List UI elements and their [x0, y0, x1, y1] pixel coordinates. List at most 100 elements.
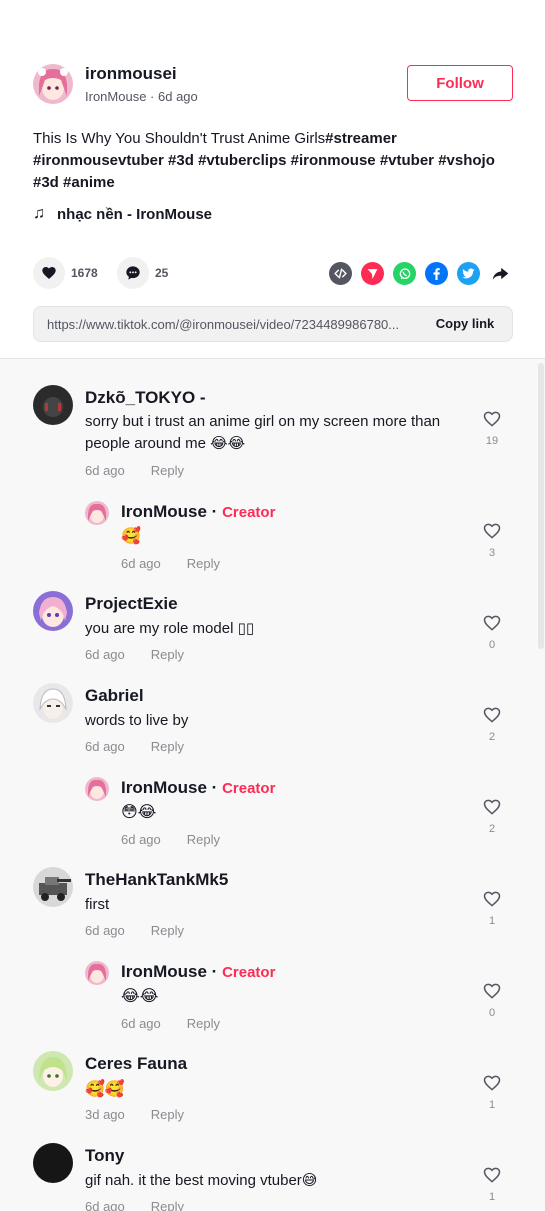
comment-time: 6d ago	[121, 556, 161, 571]
reply-button[interactable]: Reply	[187, 1016, 220, 1031]
comment-meta: 6d ago Reply	[121, 1016, 220, 1031]
heart-outline-icon[interactable]	[482, 705, 502, 725]
action-bar: 1678 25	[33, 257, 513, 289]
reply-item: IronMouse · Creator 😳😂 6d ago Reply 2	[0, 777, 535, 853]
comment-like-count: 1	[488, 915, 496, 927]
separator-dot: ·	[206, 778, 223, 797]
comment-time: 6d ago	[121, 832, 161, 847]
comment-avatar[interactable]	[85, 777, 109, 801]
comment-username[interactable]: ProjectExie	[85, 594, 178, 614]
comment-username[interactable]: IronMouse · Creator	[121, 778, 275, 798]
comment-avatar[interactable]	[33, 591, 73, 631]
comment-text: 🥰🥰	[85, 1079, 125, 1098]
heart-outline-icon[interactable]	[482, 409, 502, 429]
separator-dot: ·	[150, 89, 158, 104]
comment-text: 🥰	[121, 526, 141, 545]
comment-avatar[interactable]	[85, 961, 109, 985]
author-username[interactable]: ironmousei	[85, 64, 177, 84]
hashtag-link[interactable]: #ironmouse	[291, 152, 376, 169]
share-arrow-icon[interactable]	[489, 262, 512, 285]
comment-meta: 6d ago Reply	[85, 647, 184, 662]
comment-username[interactable]: Gabriel	[85, 686, 144, 706]
author-avatar[interactable]	[33, 64, 73, 104]
comment-avatar[interactable]	[33, 385, 73, 425]
video-link-url[interactable]: https://www.tiktok.com/@ironmousei/video…	[47, 317, 419, 332]
post-caption: This Is Why You Shouldn't Trust Anime Gi…	[33, 128, 513, 194]
comment-avatar[interactable]	[33, 1143, 73, 1183]
send-to-friends-icon[interactable]	[361, 262, 384, 285]
reply-username[interactable]: IronMouse	[121, 778, 207, 797]
copy-link-box: https://www.tiktok.com/@ironmousei/video…	[33, 306, 513, 342]
reply-item: IronMouse · Creator 😂😂 6d ago Reply 0	[0, 961, 535, 1037]
music-link[interactable]: ♫ nhạc nền - IronMouse	[33, 205, 212, 223]
hashtag-link[interactable]: #ironmousevtuber	[33, 152, 164, 169]
heart-outline-icon[interactable]	[482, 521, 502, 541]
like-count: 1678	[71, 266, 98, 280]
hashtag-link[interactable]: #3d	[168, 152, 194, 169]
comment-text: 😳😂	[121, 802, 157, 821]
heart-outline-icon[interactable]	[482, 1165, 502, 1185]
hashtag-link[interactable]: #vshojo	[438, 152, 495, 169]
comment-meta: 6d ago Reply	[85, 1199, 184, 1211]
creator-badge: Creator	[222, 964, 276, 981]
heart-outline-icon[interactable]	[482, 981, 502, 1001]
comment-avatar[interactable]	[33, 867, 73, 907]
reply-button[interactable]: Reply	[151, 647, 184, 662]
author-display-name[interactable]: IronMouse	[85, 89, 146, 104]
comment-list[interactable]: Dzkõ_TOKYO - sorry but i trust an anime …	[0, 358, 545, 1211]
comment-scrollbar[interactable]	[537, 359, 545, 1211]
embed-icon[interactable]	[329, 262, 352, 285]
comment-meta: 6d ago Reply	[85, 923, 184, 938]
comment-username[interactable]: IronMouse · Creator	[121, 962, 275, 982]
reply-button[interactable]: Reply	[151, 463, 184, 478]
scrollbar-thumb[interactable]	[538, 363, 544, 649]
comment-text: sorry but i trust an anime girl on my sc…	[85, 413, 441, 452]
reply-button[interactable]: Reply	[151, 923, 184, 938]
hashtag-link[interactable]: #streamer	[325, 130, 397, 147]
comment-time: 6d ago	[85, 1199, 125, 1211]
hashtag-link[interactable]: #vtuber	[380, 152, 434, 169]
hashtag-link[interactable]: #vtuberclips	[198, 152, 286, 169]
comment-avatar[interactable]	[33, 1051, 73, 1091]
like-button[interactable]	[33, 257, 65, 289]
comment-time: 6d ago	[121, 1016, 161, 1031]
comment-item: Tony gif nah. it the best moving vtuber😅…	[0, 1143, 535, 1211]
comment-username[interactable]: TheHankTankMk5	[85, 870, 228, 890]
whatsapp-icon[interactable]	[393, 262, 416, 285]
post-time: 6d ago	[158, 89, 198, 104]
comment-time: 6d ago	[85, 923, 125, 938]
reply-username[interactable]: IronMouse	[121, 962, 207, 981]
twitter-icon[interactable]	[457, 262, 480, 285]
comment-item: ProjectExie you are my role model ▯▯ 6d …	[0, 591, 535, 667]
copy-link-button[interactable]: Copy link	[424, 316, 506, 331]
heart-outline-icon[interactable]	[482, 613, 502, 633]
comment-like-count: 2	[488, 731, 496, 743]
comment-username[interactable]: Tony	[85, 1146, 124, 1166]
comment-meta: 6d ago Reply	[85, 463, 184, 478]
comment-avatar[interactable]	[85, 501, 109, 525]
reply-username[interactable]: IronMouse	[121, 502, 207, 521]
heart-outline-icon[interactable]	[482, 889, 502, 909]
separator-dot: ·	[206, 962, 223, 981]
heart-icon	[42, 267, 56, 279]
heart-outline-icon[interactable]	[482, 1073, 502, 1093]
comment-button[interactable]	[117, 257, 149, 289]
reply-button[interactable]: Reply	[187, 556, 220, 571]
reply-button[interactable]: Reply	[187, 832, 220, 847]
comment-avatar[interactable]	[33, 683, 73, 723]
facebook-icon[interactable]	[425, 262, 448, 285]
comment-like-count: 0	[488, 639, 496, 651]
reply-button[interactable]: Reply	[151, 1107, 184, 1122]
comment-username[interactable]: IronMouse · Creator	[121, 502, 275, 522]
reply-button[interactable]: Reply	[151, 1199, 184, 1211]
hashtag-link[interactable]: #anime	[63, 174, 115, 191]
follow-button[interactable]: Follow	[407, 65, 513, 101]
reply-button[interactable]: Reply	[151, 739, 184, 754]
comment-item: TheHankTankMk5 first 6d ago Reply 1	[0, 867, 535, 943]
heart-outline-icon[interactable]	[482, 797, 502, 817]
comment-time: 3d ago	[85, 1107, 125, 1122]
comment-username[interactable]: Dzkõ_TOKYO -	[85, 388, 206, 408]
comment-meta: 6d ago Reply	[85, 739, 184, 754]
hashtag-link[interactable]: #3d	[33, 174, 59, 191]
comment-username[interactable]: Ceres Fauna	[85, 1054, 187, 1074]
